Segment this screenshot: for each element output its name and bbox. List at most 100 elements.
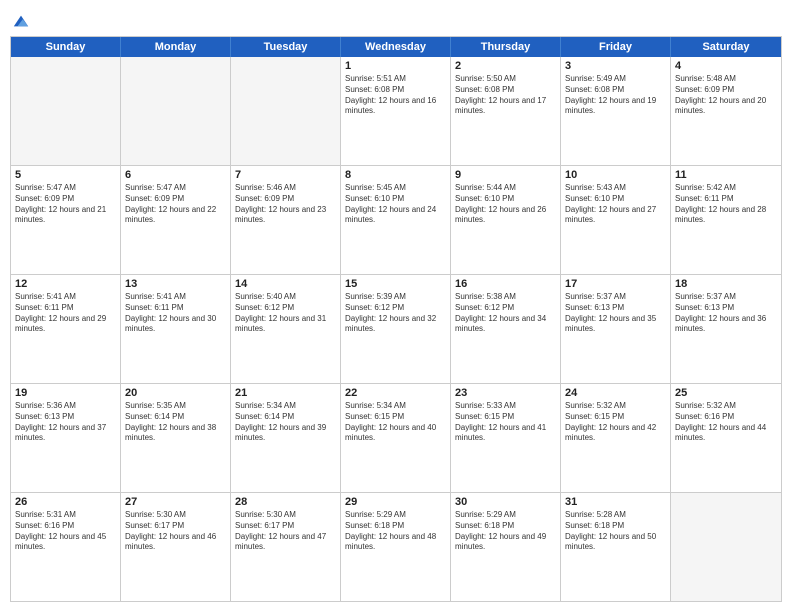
sunrise-text: Sunrise: 5:36 AM	[15, 401, 116, 412]
daylight-text: Daylight: 12 hours and 24 minutes.	[345, 205, 446, 227]
sunset-text: Sunset: 6:15 PM	[565, 412, 666, 423]
day-number: 3	[565, 60, 666, 72]
calendar-cell-15: 15Sunrise: 5:39 AMSunset: 6:12 PMDayligh…	[341, 275, 451, 383]
header	[10, 10, 782, 30]
calendar-cell-8: 8 Sunrise: 5:45 AMSunset: 6:10 PMDaylight…	[341, 166, 451, 274]
calendar-cell-7: 7Sunrise: 5:46 AMSunset: 6:09 PMDaylight…	[231, 166, 341, 274]
daylight-text: Daylight: 12 hours and 27 minutes.	[565, 205, 666, 227]
weekday-header-wednesday: Wednesday	[341, 37, 451, 57]
calendar-cell-25: 25Sunrise: 5:32 AMSunset: 6:16 PMDayligh…	[671, 384, 781, 492]
sunset-text: Sunset: 6:18 PM	[455, 521, 556, 532]
sunset-text: Sunset: 6:11 PM	[15, 303, 116, 314]
calendar-cell-19: 19Sunrise: 5:36 AMSunset: 6:13 PMDayligh…	[11, 384, 121, 492]
day-number: 2	[455, 60, 556, 72]
daylight-text: Daylight: 12 hours and 32 minutes.	[345, 314, 446, 336]
calendar-cell-11: 11Sunrise: 5:42 AMSunset: 6:11 PMDayligh…	[671, 166, 781, 274]
day-number: 10	[565, 169, 666, 181]
sunset-text: Sunset: 6:18 PM	[345, 521, 446, 532]
weekday-header-tuesday: Tuesday	[231, 37, 341, 57]
daylight-text: Daylight: 12 hours and 16 minutes.	[345, 96, 446, 118]
day-number: 19	[15, 387, 116, 399]
calendar: SundayMondayTuesdayWednesdayThursdayFrid…	[10, 36, 782, 602]
daylight-text: Daylight: 12 hours and 28 minutes.	[675, 205, 777, 227]
sunrise-text: Sunrise: 5:41 AM	[125, 292, 226, 303]
sunrise-text: Sunrise: 5:34 AM	[235, 401, 336, 412]
sunrise-text: Sunrise: 5:46 AM	[235, 183, 336, 194]
day-number: 24	[565, 387, 666, 399]
calendar-cell-9: 9Sunrise: 5:44 AMSunset: 6:10 PMDaylight…	[451, 166, 561, 274]
daylight-text: Daylight: 12 hours and 31 minutes.	[235, 314, 336, 336]
day-number: 8	[345, 169, 446, 181]
sunrise-text: Sunrise: 5:47 AM	[125, 183, 226, 194]
calendar-cell-29: 29Sunrise: 5:29 AMSunset: 6:18 PMDayligh…	[341, 493, 451, 601]
day-number: 23	[455, 387, 556, 399]
calendar-cell-20: 20Sunrise: 5:35 AMSunset: 6:14 PMDayligh…	[121, 384, 231, 492]
daylight-text: Daylight: 12 hours and 38 minutes.	[125, 423, 226, 445]
calendar-row-4: 26Sunrise: 5:31 AMSunset: 6:16 PMDayligh…	[11, 492, 781, 601]
day-number: 15	[345, 278, 446, 290]
sunset-text: Sunset: 6:11 PM	[125, 303, 226, 314]
day-number: 22	[345, 387, 446, 399]
daylight-text: Daylight: 12 hours and 46 minutes.	[125, 532, 226, 554]
calendar-cell-10: 10 Sunrise: 5:43 AMSunset: 6:10 PMDayligh…	[561, 166, 671, 274]
calendar-cell-23: 23Sunrise: 5:33 AMSunset: 6:15 PMDayligh…	[451, 384, 561, 492]
sunrise-text: Sunrise: 5:39 AM	[345, 292, 446, 303]
sunrise-text: Sunrise: 5:32 AM	[565, 401, 666, 412]
daylight-text: Daylight: 12 hours and 30 minutes.	[125, 314, 226, 336]
calendar-cell-5: 5Sunrise: 5:47 AMSunset: 6:09 PMDaylight…	[11, 166, 121, 274]
sunset-text: Sunset: 6:13 PM	[565, 303, 666, 314]
daylight-text: Daylight: 12 hours and 44 minutes.	[675, 423, 777, 445]
day-number: 26	[15, 496, 116, 508]
sunset-text: Sunset: 6:09 PM	[675, 85, 777, 96]
logo-text	[10, 10, 30, 30]
sunrise-text: Sunrise: 5:32 AM	[675, 401, 777, 412]
calendar-cell-empty-0-2	[231, 57, 341, 165]
day-number: 25	[675, 387, 777, 399]
calendar-row-1: 5Sunrise: 5:47 AMSunset: 6:09 PMDaylight…	[11, 165, 781, 274]
daylight-text: Daylight: 12 hours and 22 minutes.	[125, 205, 226, 227]
day-number: 21	[235, 387, 336, 399]
day-number: 6	[125, 169, 226, 181]
daylight-text: Daylight: 12 hours and 17 minutes.	[455, 96, 556, 118]
daylight-text: Daylight: 12 hours and 26 minutes.	[455, 205, 556, 227]
weekday-header-saturday: Saturday	[671, 37, 781, 57]
daylight-text: Daylight: 12 hours and 50 minutes.	[565, 532, 666, 554]
sunset-text: Sunset: 6:09 PM	[15, 194, 116, 205]
calendar-row-0: 1Sunrise: 5:51 AMSunset: 6:08 PMDaylight…	[11, 57, 781, 165]
day-number: 31	[565, 496, 666, 508]
sunset-text: Sunset: 6:15 PM	[455, 412, 556, 423]
calendar-cell-1: 1Sunrise: 5:51 AMSunset: 6:08 PMDaylight…	[341, 57, 451, 165]
sunrise-text: Sunrise: 5:43 AM	[565, 183, 666, 194]
daylight-text: Daylight: 12 hours and 29 minutes.	[15, 314, 116, 336]
day-number: 7	[235, 169, 336, 181]
sunrise-text: Sunrise: 5:45 AM	[345, 183, 446, 194]
logo	[10, 10, 30, 30]
sunrise-text: Sunrise: 5:34 AM	[345, 401, 446, 412]
calendar-cell-14: 14Sunrise: 5:40 AMSunset: 6:12 PMDayligh…	[231, 275, 341, 383]
calendar-cell-2: 2Sunrise: 5:50 AMSunset: 6:08 PMDaylight…	[451, 57, 561, 165]
calendar-row-2: 12Sunrise: 5:41 AMSunset: 6:11 PMDayligh…	[11, 274, 781, 383]
daylight-text: Daylight: 12 hours and 21 minutes.	[15, 205, 116, 227]
sunset-text: Sunset: 6:08 PM	[565, 85, 666, 96]
sunrise-text: Sunrise: 5:28 AM	[565, 510, 666, 521]
day-number: 18	[675, 278, 777, 290]
daylight-text: Daylight: 12 hours and 48 minutes.	[345, 532, 446, 554]
daylight-text: Daylight: 12 hours and 34 minutes.	[455, 314, 556, 336]
sunset-text: Sunset: 6:13 PM	[15, 412, 116, 423]
sunset-text: Sunset: 6:08 PM	[455, 85, 556, 96]
sunrise-text: Sunrise: 5:41 AM	[15, 292, 116, 303]
sunset-text: Sunset: 6:10 PM	[565, 194, 666, 205]
sunrise-text: Sunrise: 5:37 AM	[565, 292, 666, 303]
daylight-text: Daylight: 12 hours and 49 minutes.	[455, 532, 556, 554]
sunset-text: Sunset: 6:17 PM	[235, 521, 336, 532]
daylight-text: Daylight: 12 hours and 41 minutes.	[455, 423, 556, 445]
sunrise-text: Sunrise: 5:40 AM	[235, 292, 336, 303]
sunset-text: Sunset: 6:15 PM	[345, 412, 446, 423]
sunrise-text: Sunrise: 5:38 AM	[455, 292, 556, 303]
day-number: 9	[455, 169, 556, 181]
calendar-cell-4: 4Sunrise: 5:48 AMSunset: 6:09 PMDaylight…	[671, 57, 781, 165]
sunrise-text: Sunrise: 5:31 AM	[15, 510, 116, 521]
sunset-text: Sunset: 6:09 PM	[235, 194, 336, 205]
sunset-text: Sunset: 6:09 PM	[125, 194, 226, 205]
sunset-text: Sunset: 6:10 PM	[345, 194, 446, 205]
